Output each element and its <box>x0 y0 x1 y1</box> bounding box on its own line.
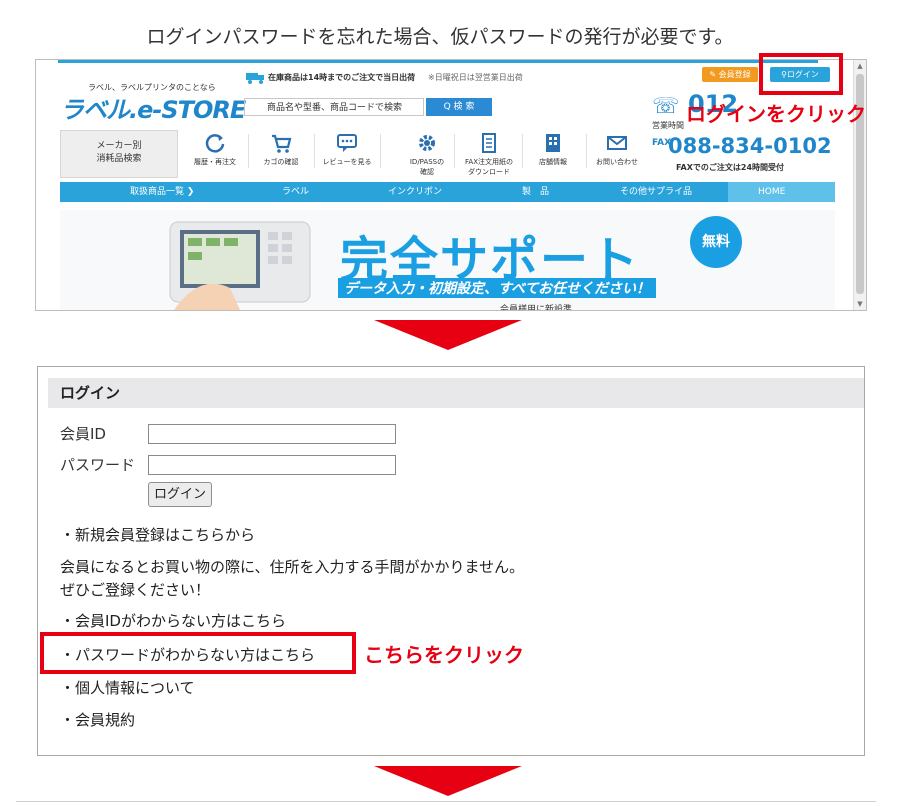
terms-link[interactable]: ・会員規約 <box>60 709 135 730</box>
scroll-up-icon[interactable]: ▲ <box>854 60 866 72</box>
promo-banner[interactable]: 完全サポート 無料 データ入力・初期設定、すべてお任せください！ 会員様用に新設… <box>60 210 835 310</box>
nav-products[interactable]: 取扱商品一覧 ❯ <box>130 182 194 202</box>
cart-icon <box>272 134 292 153</box>
bottom-divider <box>16 801 876 802</box>
member-register-button[interactable]: ✎ 会員登録 <box>702 67 758 82</box>
store-info-link[interactable]: 店舗情報 <box>524 132 582 167</box>
free-dial-icon: ☏ <box>652 94 680 119</box>
new-register-link[interactable]: ・新規会員登録はこちらから <box>60 524 255 545</box>
id-pass-check-link[interactable]: ID/PASSの 確認 <box>398 132 456 177</box>
intro-text: ログインパスワードを忘れた場合、仮パスワードの発行が必要です。 <box>146 26 734 48</box>
privacy-link[interactable]: ・個人情報について <box>60 677 195 698</box>
nav-other-supplies[interactable]: その他サプライ品 <box>620 182 692 202</box>
site-logo[interactable]: ラベル.e-STORE <box>60 90 246 125</box>
building-icon <box>546 134 560 152</box>
site-screenshot: 在庫商品は14時までのご注文で当日出荷 ※日曜祝日は翌営業日出荷 ラベル、ラベル… <box>35 59 867 311</box>
pos-terminal-image <box>169 221 311 310</box>
member-id-input[interactable] <box>148 424 396 444</box>
reviews-link[interactable]: レビューを見る <box>318 132 376 167</box>
shipping-notice: 在庫商品は14時までのご注文で当日出荷 <box>268 73 416 82</box>
mail-icon <box>607 136 627 150</box>
review-icon <box>337 134 357 152</box>
gear-icon <box>419 135 435 151</box>
banner-note: 会員様用に新設準 <box>500 305 573 310</box>
holiday-notice: ※日曜祝日は翌営業日出荷 <box>428 73 523 82</box>
nav-labels[interactable]: ラベル <box>282 182 309 202</box>
banner-subheadline: データ入力・初期設定、すべてお任せください！ <box>338 278 657 298</box>
nav-home[interactable]: HOME <box>728 182 835 202</box>
member-benefit-text: 会員になるとお買い物の際に、住所を入力する手間がかかりません。 <box>60 558 525 576</box>
login-highlight-box <box>759 53 843 95</box>
nav-items[interactable]: 製 品 <box>522 182 549 202</box>
business-hours: 営業時間 <box>652 121 684 130</box>
fax-number: 088-834-0102 <box>668 134 832 158</box>
site-top-bar <box>58 60 818 63</box>
contact-link[interactable]: お問い合わせ <box>588 132 646 167</box>
cart-link[interactable]: カゴの確認 <box>252 132 310 167</box>
forgot-id-link[interactable]: ・会員IDがわからない方はこちら <box>60 610 286 631</box>
fax-form-download-link[interactable]: FAX注文用紙の ダウンロード <box>460 132 518 177</box>
nav-ink-ribbon[interactable]: インクリボン <box>388 182 442 202</box>
down-arrow-icon <box>374 766 522 796</box>
login-panel-title: ログイン <box>48 378 864 408</box>
refresh-icon <box>205 134 225 153</box>
member-id-label: 会員ID <box>60 425 106 443</box>
password-click-annotation: こちらをクリック <box>364 643 524 667</box>
down-arrow-icon <box>374 320 522 350</box>
login-submit-button[interactable]: ログイン <box>148 482 212 507</box>
maker-search-button[interactable]: メーカー別 消耗品検索 <box>60 130 178 178</box>
chevron-right-icon: ❯ <box>186 187 195 197</box>
login-panel: ログイン 会員ID パスワード ログイン ・新規会員登録はこちらから 会員になる… <box>37 366 865 756</box>
site-search-button[interactable]: Q 検 索 <box>426 98 492 116</box>
history-reorder-link[interactable]: 履歴・再注文 <box>186 132 244 167</box>
password-input[interactable] <box>148 455 396 475</box>
password-highlight-box <box>40 632 356 674</box>
scroll-down-icon[interactable]: ▼ <box>854 298 866 310</box>
truck-icon <box>246 73 264 84</box>
document-icon <box>482 133 496 153</box>
register-invite-text: ぜひご登録ください！ <box>60 581 211 599</box>
login-click-annotation: ログインをクリック <box>686 102 866 126</box>
free-badge: 無料 <box>690 216 742 268</box>
fax-note: FAXでのご注文は24時間受付 <box>676 163 785 172</box>
site-search-input[interactable]: 商品名や型番、商品コードで検索 <box>244 98 424 116</box>
password-label: パスワード <box>60 456 136 474</box>
site-nav-bar: 取扱商品一覧 ❯ ラベル インクリボン 製 品 その他サプライ品 HOME <box>60 182 835 202</box>
